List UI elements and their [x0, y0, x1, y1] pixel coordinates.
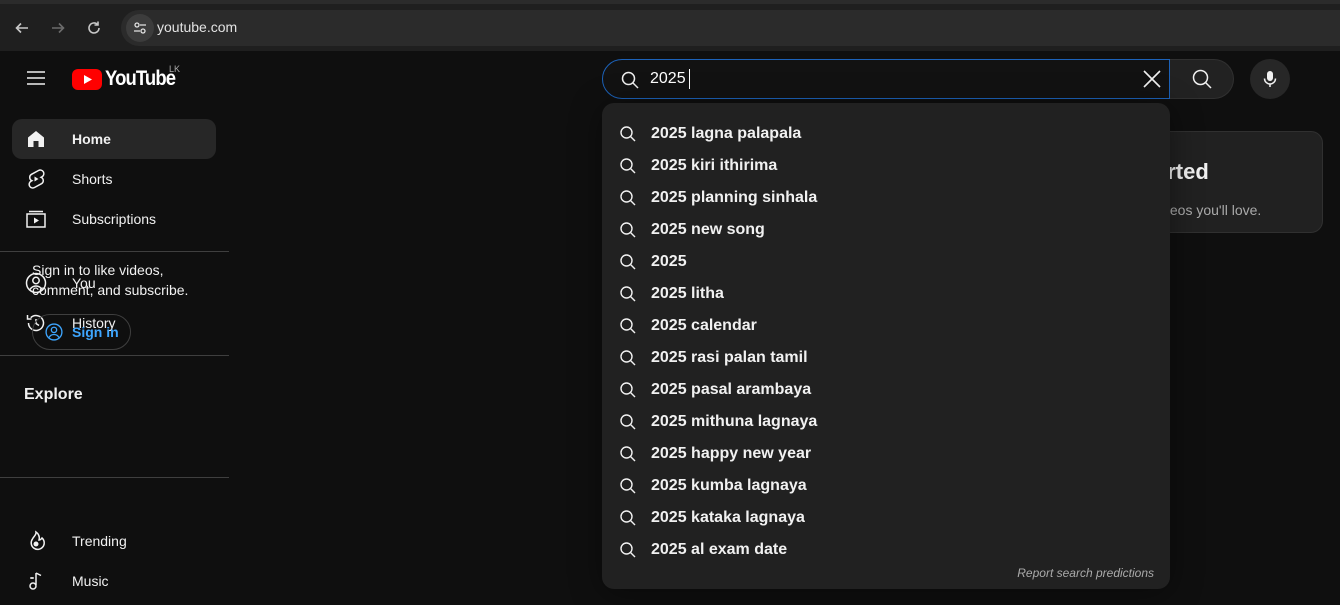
- search-suggestions-dropdown: 2025 lagna palapala 2025 kiri ithirima 202…: [602, 103, 1170, 589]
- home-icon: [28, 131, 44, 147]
- voice-search-button[interactable]: [1250, 59, 1290, 99]
- suggestion-item[interactable]: 2025 kiri ithirima: [602, 150, 1170, 182]
- sidebar-divider: [0, 355, 229, 356]
- search-icon: [620, 126, 636, 142]
- microphone-icon: [1263, 71, 1277, 87]
- search-icon: [620, 318, 636, 334]
- text-caret: [689, 69, 690, 89]
- tab-strip: [0, 0, 1340, 4]
- sidebar-item-label: Shorts: [72, 171, 113, 187]
- suggestion-item[interactable]: 2025 planning sinhala: [602, 182, 1170, 214]
- shorts-icon: [28, 169, 45, 189]
- card-subtitle: ideos you'll love.: [1159, 202, 1262, 218]
- clear-search-button[interactable]: [1141, 68, 1163, 90]
- search-box[interactable]: [602, 59, 1170, 99]
- address-bar[interactable]: youtube.com: [121, 10, 1340, 46]
- suggestion-label: 2025 litha: [651, 285, 724, 302]
- suggestion-item[interactable]: 2025 lagna palapala: [602, 118, 1170, 150]
- logo-wordmark: YouTube: [105, 67, 176, 90]
- suggestion-label: 2025: [651, 253, 687, 270]
- subscriptions-icon: [26, 210, 46, 228]
- sidebar-item-label: Music: [72, 573, 109, 589]
- report-predictions-link[interactable]: Report search predictions: [1017, 566, 1154, 580]
- reload-button[interactable]: [82, 16, 106, 40]
- search-icon: [620, 414, 636, 430]
- signin-prompt: Sign in to like videos, comment, and sub…: [32, 262, 189, 298]
- suggestion-label: 2025 kataka lagnaya: [651, 509, 805, 526]
- sidebar-item-shorts[interactable]: Shorts: [12, 159, 216, 199]
- search-button[interactable]: [1170, 59, 1234, 99]
- sidebar-item-label: Home: [72, 131, 111, 147]
- trending-icon: [30, 530, 45, 551]
- forward-button[interactable]: [46, 16, 70, 40]
- sidebar-item-label: Subscriptions: [72, 211, 157, 227]
- suggestion-item[interactable]: 2025 litha: [602, 278, 1170, 310]
- suggestion-item[interactable]: 2025 calendar: [602, 310, 1170, 342]
- suggestion-label: 2025 mithuna lagnaya: [651, 413, 818, 430]
- browser-toolbar: youtube.com: [0, 0, 1340, 51]
- search-icon: [620, 286, 636, 302]
- url-text: youtube.com: [157, 19, 238, 35]
- guide-menu-button[interactable]: [24, 66, 48, 90]
- sidebar-item-trending[interactable]: Trending: [12, 521, 216, 561]
- sidebar-divider: [0, 477, 229, 478]
- suggestion-label: 2025 planning sinhala: [651, 189, 818, 206]
- music-icon: [29, 572, 42, 590]
- suggestion-label: 2025 happy new year: [651, 445, 812, 462]
- search-icon: [620, 478, 636, 494]
- sign-in-label: Sign in: [72, 324, 119, 340]
- suggestion-item[interactable]: 2025 new song: [602, 214, 1170, 246]
- search-icon: [620, 542, 636, 558]
- forward-arrow-icon: [52, 22, 65, 34]
- search-icon: [620, 158, 636, 174]
- sidebar-divider: [0, 251, 229, 252]
- suggestion-label: 2025 kiri ithirima: [651, 157, 778, 174]
- sidebar-item-music[interactable]: Music: [12, 561, 216, 601]
- tune-icon: [134, 22, 146, 34]
- suggestion-label: 2025 kumba lagnaya: [651, 477, 807, 494]
- explore-heading: Explore: [24, 386, 83, 403]
- youtube-logo[interactable]: YouTube: [72, 66, 185, 92]
- suggestion-label: 2025 new song: [651, 221, 765, 238]
- suggestion-item[interactable]: 2025 rasi palan tamil: [602, 342, 1170, 374]
- search-icon: [1192, 69, 1212, 89]
- suggestion-item[interactable]: 2025: [602, 246, 1170, 278]
- search-input[interactable]: [650, 67, 1130, 91]
- close-icon: [1143, 70, 1161, 88]
- site-info-button[interactable]: [126, 14, 154, 42]
- suggestion-item[interactable]: 2025 happy new year: [602, 438, 1170, 470]
- suggestion-item[interactable]: 2025 kumba lagnaya: [602, 470, 1170, 502]
- suggestion-label: 2025 lagna palapala: [651, 125, 802, 142]
- suggestion-item[interactable]: 2025 al exam date: [602, 534, 1170, 566]
- suggestion-label: 2025 al exam date: [651, 541, 788, 558]
- suggestion-item[interactable]: 2025 pasal arambaya: [602, 374, 1170, 406]
- suggestion-label: 2025 calendar: [651, 317, 757, 334]
- search-icon: [620, 350, 636, 366]
- search-icon: [621, 71, 639, 89]
- sidebar-item-home[interactable]: Home: [12, 119, 216, 159]
- back-button[interactable]: [10, 16, 34, 40]
- suggestion-item[interactable]: 2025 mithuna lagnaya: [602, 406, 1170, 438]
- search-icon: [620, 222, 636, 238]
- country-code: LK: [169, 64, 181, 74]
- back-arrow-icon: [15, 22, 28, 34]
- search-icon: [620, 446, 636, 462]
- search-icon: [620, 254, 636, 270]
- reload-icon: [88, 21, 100, 34]
- suggestion-item[interactable]: 2025 kataka lagnaya: [602, 502, 1170, 534]
- sidebar-item-subscriptions[interactable]: Subscriptions: [12, 199, 216, 239]
- search-icon: [620, 190, 636, 206]
- search-icon: [620, 382, 636, 398]
- hamburger-icon: [27, 71, 45, 85]
- search-icon: [620, 510, 636, 526]
- sidebar-item-label: Trending: [72, 533, 127, 549]
- sign-in-button[interactable]: Sign in: [32, 314, 131, 350]
- account-icon: [45, 323, 63, 341]
- suggestion-label: 2025 rasi palan tamil: [651, 349, 808, 366]
- youtube-play-icon: [72, 68, 102, 90]
- suggestion-label: 2025 pasal arambaya: [651, 381, 812, 398]
